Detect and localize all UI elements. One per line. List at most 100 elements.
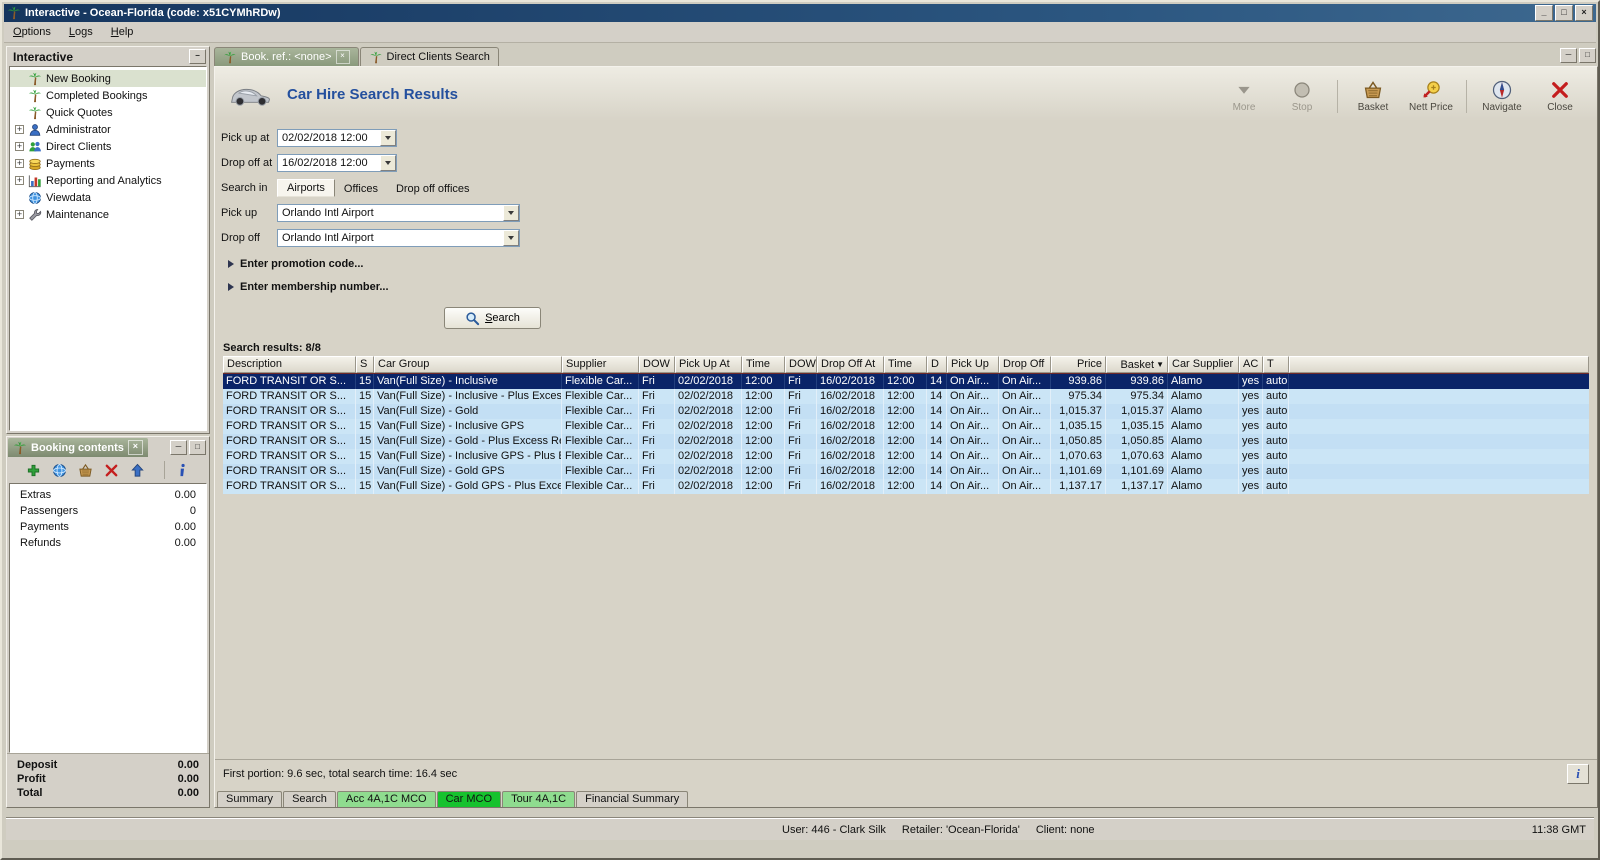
col-dow-pickup[interactable]: DOW: [639, 356, 675, 373]
menu-options[interactable]: Options: [4, 23, 60, 41]
dropoff-combo[interactable]: Orlando Intl Airport: [277, 229, 520, 247]
close-window-button[interactable]: ×: [1575, 5, 1593, 21]
more-button[interactable]: More: [1219, 80, 1269, 113]
search-in-offices[interactable]: Offices: [335, 181, 387, 197]
col-price[interactable]: Price: [1051, 356, 1106, 373]
expand-plus-icon[interactable]: +: [15, 142, 24, 151]
minimize-button[interactable]: _: [1535, 5, 1553, 21]
expand-plus-icon[interactable]: +: [15, 176, 24, 185]
dropoff-at-combo[interactable]: 16/02/2018 12:00: [277, 154, 397, 172]
result-row[interactable]: FORD TRANSIT OR S... 15 Van(Full Size) -…: [223, 404, 1589, 419]
panel-close-icon[interactable]: ×: [127, 440, 143, 455]
search-button[interactable]: Search: [444, 307, 541, 329]
booking-row[interactable]: Extras 0.00: [10, 487, 206, 503]
col-description[interactable]: Description: [223, 356, 356, 373]
close-button[interactable]: Close: [1535, 80, 1585, 113]
col-dropoff-loc[interactable]: Drop Off: [999, 356, 1051, 373]
expand-plus-icon[interactable]: +: [15, 210, 24, 219]
col-transmission[interactable]: T: [1263, 356, 1289, 373]
pickup-combo[interactable]: Orlando Intl Airport: [277, 204, 520, 222]
menu-help[interactable]: Help: [102, 23, 143, 41]
sidebar-collapse-button[interactable]: −: [189, 49, 206, 64]
sidebar-item-completed-bookings[interactable]: + Completed Bookings: [10, 87, 206, 104]
to-basket-button[interactable]: [77, 461, 95, 479]
tab-summary[interactable]: Summary: [217, 791, 283, 807]
tab-close-icon[interactable]: ×: [335, 50, 350, 64]
move-up-button[interactable]: [129, 461, 147, 479]
result-row[interactable]: FORD TRANSIT OR S... 15 Van(Full Size) -…: [223, 373, 1589, 389]
booking-row[interactable]: Payments 0.00: [10, 519, 206, 535]
panel-minimize-button[interactable]: ─: [170, 440, 187, 455]
sidebar-item-new-booking[interactable]: + New Booking: [10, 70, 206, 87]
cell-pickup-time: 12:00: [742, 479, 785, 494]
col-pickup-time[interactable]: Time: [742, 356, 785, 373]
expand-plus-icon[interactable]: +: [15, 125, 24, 134]
delete-item-button[interactable]: [103, 461, 121, 479]
col-car-supplier[interactable]: Car Supplier: [1168, 356, 1239, 373]
col-supplier[interactable]: Supplier: [562, 356, 639, 373]
mdi-restore-button[interactable]: □: [1579, 48, 1596, 63]
basket-button[interactable]: Basket: [1348, 80, 1398, 113]
expand-plus-icon[interactable]: +: [15, 159, 24, 168]
booking-row[interactable]: Refunds 0.00: [10, 535, 206, 551]
tab-car-mco[interactable]: Car MCO: [436, 791, 502, 807]
navigate-button[interactable]: Navigate: [1477, 80, 1527, 113]
col-ac[interactable]: AC: [1239, 356, 1263, 373]
menu-logs[interactable]: Logs: [60, 23, 102, 41]
info-button[interactable]: i: [1567, 764, 1589, 784]
cell-car-supplier: Alamo: [1168, 404, 1239, 419]
sidebar-item-maintenance[interactable]: + Maintenance: [10, 206, 206, 223]
tab-financial-summary[interactable]: Financial Summary: [576, 791, 689, 807]
view-item-button[interactable]: [51, 461, 69, 479]
cell-ac: yes: [1239, 479, 1263, 494]
col-basket[interactable]: Basket ▼: [1106, 356, 1168, 373]
tab-book-ref[interactable]: Book. ref.: <none> ×: [214, 47, 359, 66]
mdi-minimize-button[interactable]: ─: [1560, 48, 1577, 63]
col-dow-dropoff[interactable]: DOW: [785, 356, 817, 373]
tab-acc-4a1c-mco[interactable]: Acc 4A,1C MCO: [336, 791, 436, 807]
item-info-button[interactable]: [163, 461, 192, 479]
sidebar-item-payments[interactable]: + Payments: [10, 155, 206, 172]
dropdown-arrow-icon[interactable]: [380, 155, 396, 171]
dropdown-arrow-icon[interactable]: [503, 230, 519, 246]
col-car-group[interactable]: Car Group: [374, 356, 562, 373]
cell-dropoff-at: 16/02/2018: [817, 479, 884, 494]
col-dropoff-time[interactable]: Time: [884, 356, 927, 373]
result-row[interactable]: FORD TRANSIT OR S... 15 Van(Full Size) -…: [223, 389, 1589, 404]
col-dropoff-at[interactable]: Drop Off At: [817, 356, 884, 373]
result-row[interactable]: FORD TRANSIT OR S... 15 Van(Full Size) -…: [223, 464, 1589, 479]
stop-button[interactable]: Stop: [1277, 79, 1338, 113]
result-row[interactable]: FORD TRANSIT OR S... 15 Van(Full Size) -…: [223, 449, 1589, 464]
promotion-code-expander[interactable]: Enter promotion code...: [228, 258, 1597, 270]
page-header: Car Hire Search Results More Stop Basket…: [215, 67, 1597, 121]
result-row[interactable]: FORD TRANSIT OR S... 15 Van(Full Size) -…: [223, 434, 1589, 449]
page-toolbar: More Stop Basket Nett Price Navigate Clo…: [1219, 76, 1585, 113]
sidebar-item-reporting-and-analytics[interactable]: + Reporting and Analytics: [10, 172, 206, 189]
membership-number-expander[interactable]: Enter membership number...: [228, 281, 1597, 293]
dropdown-arrow-icon[interactable]: [503, 205, 519, 221]
dropdown-arrow-icon[interactable]: [380, 130, 396, 146]
sidebar-item-direct-clients[interactable]: + Direct Clients: [10, 138, 206, 155]
promotion-code-label: Enter promotion code...: [240, 258, 364, 270]
col-seats[interactable]: S: [356, 356, 374, 373]
tab-direct-clients-search[interactable]: Direct Clients Search ×: [359, 47, 499, 66]
search-in-airports[interactable]: Airports: [277, 179, 335, 197]
col-days[interactable]: D: [927, 356, 947, 373]
panel-float-button[interactable]: □: [189, 440, 206, 455]
result-row[interactable]: FORD TRANSIT OR S... 15 Van(Full Size) -…: [223, 479, 1589, 494]
booking-row[interactable]: Passengers 0: [10, 503, 206, 519]
pickup-at-combo[interactable]: 02/02/2018 12:00: [277, 129, 397, 147]
search-in-drop-off-offices[interactable]: Drop off offices: [387, 181, 479, 197]
add-item-button[interactable]: [25, 461, 43, 479]
result-row[interactable]: FORD TRANSIT OR S... 15 Van(Full Size) -…: [223, 419, 1589, 434]
nett-price-button[interactable]: Nett Price: [1406, 79, 1467, 113]
sidebar-item-quick-quotes[interactable]: + Quick Quotes: [10, 104, 206, 121]
col-pickup-at[interactable]: Pick Up At: [675, 356, 742, 373]
sidebar-item-administrator[interactable]: + Administrator: [10, 121, 206, 138]
tab-search[interactable]: Search: [283, 791, 336, 807]
booking-contents-caption[interactable]: Booking contents ×: [8, 438, 148, 457]
maximize-button[interactable]: □: [1555, 5, 1573, 21]
col-pickup-loc[interactable]: Pick Up: [947, 356, 999, 373]
tab-tour-4a1c[interactable]: Tour 4A,1C: [502, 791, 576, 807]
sidebar-item-viewdata[interactable]: + Viewdata: [10, 189, 206, 206]
